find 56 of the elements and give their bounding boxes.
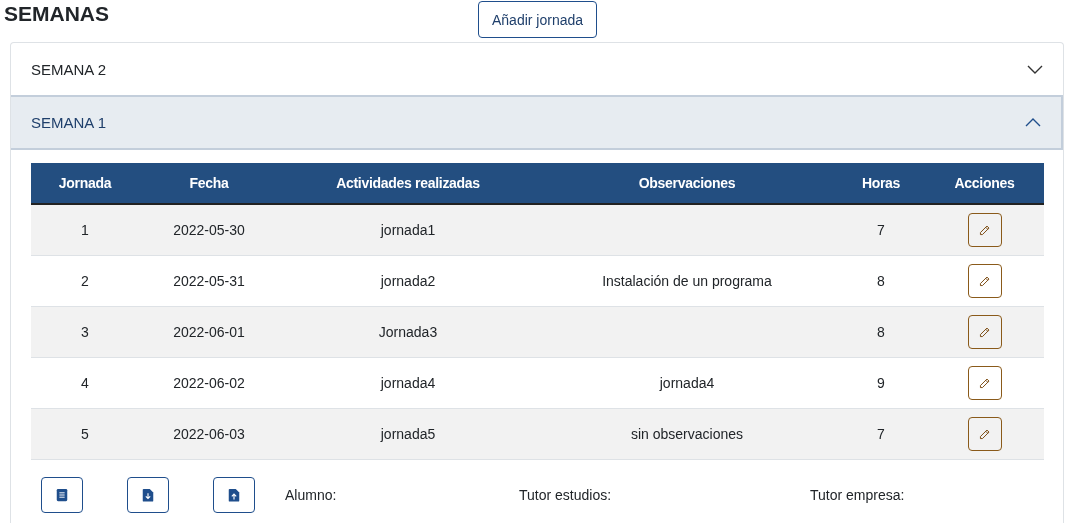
pencil-icon [978, 376, 991, 390]
signature-label: Tutor estudios: [519, 487, 613, 503]
table-cell: jornada1 [279, 204, 537, 256]
table-cell: 2022-05-31 [139, 255, 279, 307]
edit-button[interactable] [967, 315, 1002, 349]
column-header: Actividades realizadas [279, 163, 537, 204]
table-cell: 1 [31, 204, 139, 256]
file-upload-icon [227, 487, 241, 503]
pencil-icon [978, 223, 991, 237]
table-cell: 7 [837, 408, 925, 460]
table-cell: 2022-05-30 [139, 204, 279, 256]
table-cell: 2022-06-03 [139, 408, 279, 460]
edit-button[interactable] [967, 366, 1002, 400]
column-header: Horas [837, 163, 925, 204]
column-header: Fecha [139, 163, 279, 204]
chevron-up-icon [1025, 118, 1041, 127]
table-cell: 5 [31, 408, 139, 460]
table-cell: 9 [837, 357, 925, 409]
file-download-icon [141, 487, 155, 503]
accordion-header[interactable]: SEMANA 2 [11, 43, 1063, 95]
accordion-header[interactable]: SEMANA 1 [11, 95, 1063, 150]
week-label: SEMANA 1 [31, 114, 107, 131]
column-header: Acciones [925, 163, 1044, 204]
column-header: Jornada [31, 163, 139, 204]
table-cell: 2022-06-01 [139, 306, 279, 358]
edit-button[interactable] [967, 264, 1002, 298]
table-cell: jornada2 [279, 255, 537, 307]
table-cell: 8 [837, 255, 925, 307]
table-cell: jornada4 [279, 357, 537, 409]
document-icon [55, 487, 69, 503]
table-cell: jornada5 [279, 408, 537, 460]
table-cell: 2 [31, 255, 139, 307]
download-button[interactable] [127, 477, 169, 513]
pencil-icon [978, 325, 991, 339]
table-cell: sin observaciones [537, 408, 837, 460]
edit-button[interactable] [967, 213, 1002, 247]
edit-button[interactable] [967, 417, 1002, 451]
table-cell: Instalación de un programa [537, 255, 837, 307]
table-cell: 8 [837, 306, 925, 358]
word-export-button[interactable] [41, 477, 83, 513]
pencil-icon [978, 427, 991, 441]
pencil-icon [978, 274, 991, 288]
table-cell: 3 [31, 306, 139, 358]
signature-label: Alumno: [285, 487, 338, 503]
table-cell: 7 [837, 204, 925, 256]
table-cell: 4 [31, 357, 139, 409]
signature-label: Tutor empresa: [810, 487, 905, 503]
table-cell: Jornada3 [279, 306, 537, 358]
week-label: SEMANA 2 [31, 60, 107, 78]
add-button[interactable]: Añadir jornada [478, 1, 598, 38]
table-cell: jornada4 [537, 357, 837, 409]
table-cell: 2022-06-02 [139, 357, 279, 409]
upload-button[interactable] [213, 477, 255, 513]
chevron-down-icon [1027, 64, 1043, 74]
column-header: Observaciones [537, 163, 837, 204]
page-title: SEMANAS [3, 1, 110, 26]
